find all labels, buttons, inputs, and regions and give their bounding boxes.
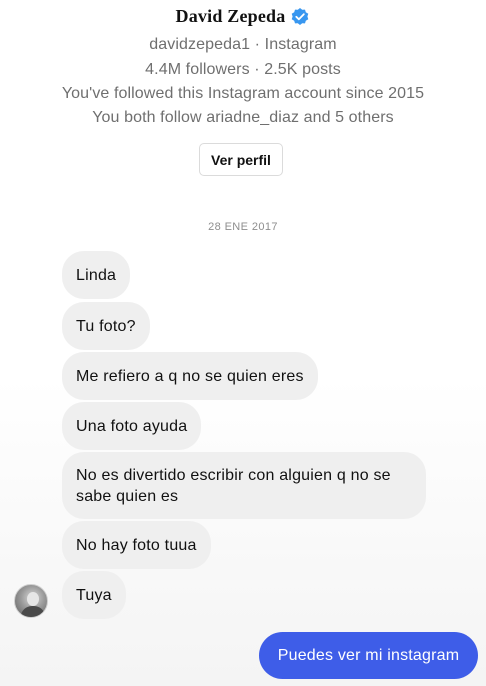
received-message[interactable]: No es divertido escribir con alguien q n…	[62, 452, 426, 519]
profile-name-row: David Zepeda	[0, 6, 486, 27]
mutual-followers-text[interactable]: You both follow ariadne_diaz and 5 other…	[0, 109, 486, 127]
message-text: No es divertido escribir con alguien q n…	[76, 466, 391, 505]
sent-message[interactable]: Puedes ver mi instagram	[259, 632, 478, 679]
profile-stats: 4.4M followers · 2.5K posts	[145, 61, 341, 78]
message-text: Puedes ver mi instagram	[277, 646, 460, 664]
received-message[interactable]: Una foto ayuda	[62, 402, 202, 450]
message-text: Me refiero a q no se quien eres	[76, 367, 304, 385]
received-message[interactable]: Linda	[62, 251, 131, 299]
date-separator: 28 ENE 2017	[208, 221, 278, 233]
view-profile-button[interactable]: Ver perfil	[199, 143, 283, 176]
message-text: Linda	[76, 266, 117, 284]
message-text: Tu foto?	[76, 317, 136, 335]
message-text: No hay foto tuua	[76, 536, 197, 554]
followed-since-text: You've followed this Instagram account s…	[61, 85, 425, 102]
received-message[interactable]: Tuya	[62, 571, 126, 619]
profile-handle: davidzepeda1 · Instagram	[149, 36, 337, 53]
received-message[interactable]: Me refiero a q no se quien eres	[62, 352, 318, 400]
message-text: Una foto ayuda	[76, 417, 188, 435]
received-message[interactable]: No hay foto tuua	[62, 521, 211, 569]
sender-avatar[interactable]	[14, 584, 48, 618]
message-text: Tuya	[76, 586, 112, 604]
verified-badge-icon	[290, 7, 310, 27]
received-message[interactable]: Tu foto?	[62, 302, 150, 350]
profile-name: David Zepeda	[175, 6, 286, 26]
